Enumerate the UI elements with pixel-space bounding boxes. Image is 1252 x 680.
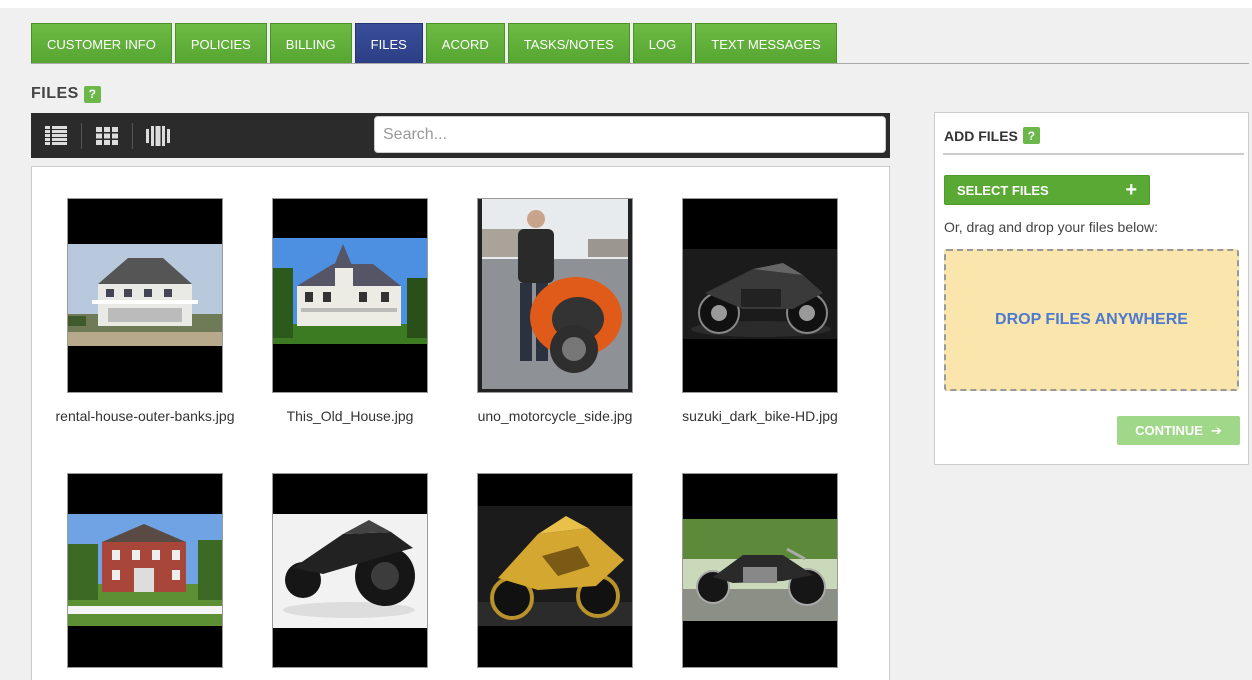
tab-policies[interactable]: POLICIES (174, 23, 267, 64)
search-input[interactable] (374, 116, 886, 153)
file-name: suzuki_dark_bike-HD.jpg (682, 408, 838, 424)
toolbar-separator (81, 122, 82, 149)
motorcycle-image (683, 519, 837, 621)
motorcycle-image (478, 199, 632, 392)
drag-hint: Or, drag and drop your files below: (944, 219, 1159, 235)
file-name: uno_motorcycle_side.jpg (477, 408, 633, 424)
tab-tasks-notes[interactable]: TASKS/NOTES (507, 23, 630, 64)
continue-label: CONTINUE (1135, 423, 1203, 438)
add-files-title: ADD FILES (944, 127, 1018, 144)
file-thumbnail (67, 198, 223, 393)
add-files-panel: ADD FILES ? SELECT FILES + Or, drag and … (934, 112, 1249, 465)
continue-button[interactable]: CONTINUE ➔ (1117, 416, 1240, 445)
house-image (68, 514, 222, 626)
house-image (273, 238, 427, 344)
file-thumbnail (477, 473, 633, 668)
tab-files[interactable]: FILES (354, 23, 423, 64)
carousel-view-button[interactable] (141, 121, 175, 151)
carousel-view-icon (146, 125, 170, 146)
drop-zone-label: DROP FILES ANYWHERE (995, 311, 1188, 328)
file-card[interactable]: rental-house-outer-banks.jpg (56, 198, 235, 425)
help-icon[interactable]: ? (1022, 127, 1040, 144)
files-heading: FILES ? (31, 85, 101, 103)
list-view-icon (45, 125, 67, 145)
files-toolbar (31, 113, 890, 158)
divider (943, 153, 1244, 155)
grid-view-icon (96, 126, 118, 145)
tab-acord[interactable]: ACORD (425, 23, 505, 64)
list-view-button[interactable] (39, 121, 73, 151)
file-thumbnail (272, 198, 428, 393)
file-card[interactable]: uno_motorcycle_side.jpg (475, 198, 635, 425)
tab-text-messages[interactable]: TEXT MESSAGES (695, 23, 837, 64)
toolbar-separator (132, 122, 133, 149)
file-name: This_Old_House.jpg (286, 408, 414, 424)
page: CUSTOMER INFO POLICIES BILLING FILES ACO… (0, 0, 1252, 680)
file-thumbnail (682, 198, 838, 393)
select-files-button[interactable]: SELECT FILES + (944, 175, 1150, 205)
tab-billing[interactable]: BILLING (269, 23, 352, 64)
file-thumbnail (682, 473, 838, 668)
file-card[interactable] (65, 473, 225, 680)
help-icon[interactable]: ? (83, 85, 101, 103)
file-name: rental-house-outer-banks.jpg (55, 408, 235, 424)
top-strip (0, 0, 1252, 8)
add-files-header: ADD FILES ? (944, 127, 1040, 144)
file-card[interactable]: suzuki_dark_bike-HD.jpg (680, 198, 840, 425)
files-grid: rental-house-outer-banks.jpg This_Old_Ho… (31, 166, 890, 680)
arrow-right-icon: ➔ (1210, 422, 1222, 438)
grid-view-button[interactable] (90, 121, 124, 151)
tab-divider (31, 63, 1249, 64)
motorcycle-image (683, 249, 837, 339)
plus-icon: + (1125, 179, 1137, 201)
motorcycle-image (273, 514, 427, 628)
file-card[interactable] (475, 473, 635, 680)
drop-zone[interactable]: DROP FILES ANYWHERE (944, 249, 1239, 391)
file-thumbnail (477, 198, 633, 393)
page-title: FILES (31, 85, 79, 102)
house-image (68, 244, 222, 346)
file-thumbnail (272, 473, 428, 668)
file-card[interactable]: This_Old_House.jpg (270, 198, 430, 425)
select-files-label: SELECT FILES (957, 182, 1049, 198)
tab-log[interactable]: LOG (632, 23, 693, 64)
tab-bar: CUSTOMER INFO POLICIES BILLING FILES ACO… (31, 23, 840, 64)
file-card[interactable] (680, 473, 840, 680)
motorcycle-image (478, 506, 632, 626)
file-card[interactable] (270, 473, 430, 680)
file-thumbnail (67, 473, 223, 668)
tab-customer-info[interactable]: CUSTOMER INFO (31, 23, 172, 64)
